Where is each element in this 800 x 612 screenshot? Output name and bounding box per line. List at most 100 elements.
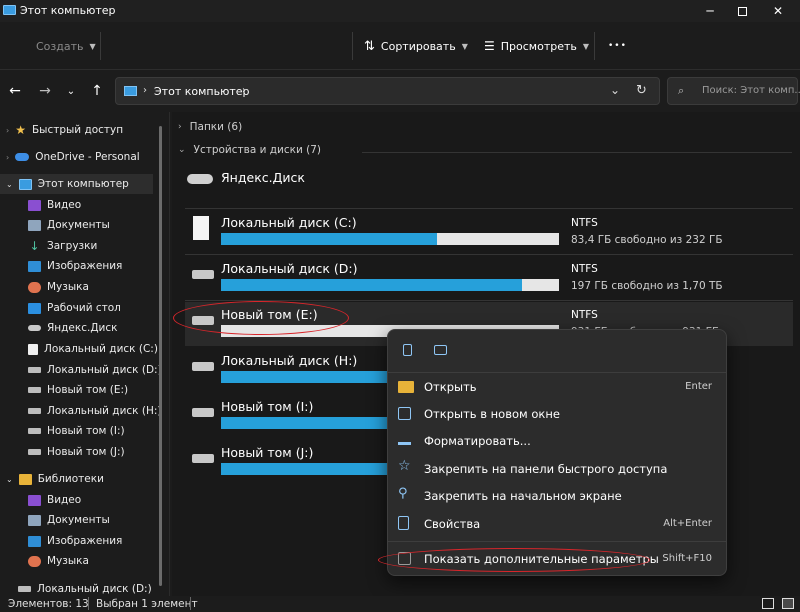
yandex-disk-item[interactable]: Яндекс.Диск <box>185 166 385 196</box>
more-options-button[interactable]: ••• <box>608 36 627 56</box>
folder-icon <box>18 473 32 485</box>
sidebar-item-library-videos[interactable]: Видео <box>28 490 81 510</box>
sidebar-item-music[interactable]: Музыка <box>28 277 89 297</box>
view-icon: ☰ <box>484 39 495 53</box>
sidebar-item-label: Новый том (E:) <box>47 384 129 396</box>
sidebar-item-libraries[interactable]: ⌄ Библиотеки <box>6 469 104 489</box>
forward-button[interactable]: → <box>36 82 54 100</box>
status-item-count: Элементов: 13 <box>8 598 89 610</box>
sidebar-item-yandex-disk[interactable]: Яндекс.Диск <box>28 318 117 338</box>
sidebar-item-documents[interactable]: Документы <box>28 215 110 235</box>
sidebar-item-pictures[interactable]: Изображения <box>28 256 122 276</box>
create-label: Создать <box>36 39 84 53</box>
sidebar-item-desktop[interactable]: Рабочий стол <box>28 298 121 318</box>
flying-saucer-icon <box>28 325 41 331</box>
menu-item-label: Закрепить на начальном экране <box>424 489 622 503</box>
rename-button[interactable] <box>430 340 452 362</box>
command-bar: Создать ▼ ⇅ Сортировать ▼ ☰ Просмотреть … <box>0 22 800 70</box>
sidebar-item-drive-i[interactable]: Новый том (I:) <box>28 421 125 441</box>
download-icon: ↓ <box>29 239 40 253</box>
chevron-down-icon: ⌄ <box>6 474 13 484</box>
sidebar-item-label: Новый том (I:) <box>47 425 125 437</box>
sort-label: Сортировать <box>380 39 456 53</box>
divider <box>100 32 101 60</box>
view-button[interactable]: ☰ Просмотреть ▼ <box>484 36 589 56</box>
sidebar-item-label: Библиотеки <box>37 473 104 485</box>
sidebar-item-library-documents[interactable]: Документы <box>28 510 110 530</box>
status-divider <box>88 597 89 610</box>
search-box[interactable]: ⌕ Поиск: Этот комп... <box>667 77 800 105</box>
menu-item-format[interactable]: Форматировать... <box>396 428 720 454</box>
computer-icon <box>124 86 137 96</box>
breadcrumb-chevron-icon: › <box>242 85 246 96</box>
sort-button[interactable]: ⇅ Сортировать ▼ <box>364 36 468 56</box>
sidebar-item-label: Этот компьютер <box>37 178 129 190</box>
sidebar-item-label: Загрузки <box>47 240 98 252</box>
address-history-chevron-icon[interactable]: ⌄ <box>610 83 620 97</box>
menu-item-label: Открыть <box>424 380 477 394</box>
chevron-right-icon: › <box>6 152 10 162</box>
refresh-icon[interactable]: ↻ <box>636 83 647 98</box>
sidebar-item-library-music[interactable]: Музыка <box>28 551 89 571</box>
up-button[interactable]: ↑ <box>88 82 106 100</box>
search-input[interactable]: Поиск: Этот комп... <box>702 85 800 96</box>
menu-item-properties[interactable]: Свойства Alt+Enter <box>396 511 720 537</box>
sidebar-item-label: Документы <box>47 219 110 231</box>
arrow-up-icon: ↑ <box>91 83 103 99</box>
navigation-pane: › ★ Быстрый доступ › OneDrive - Personal… <box>0 112 170 600</box>
menu-item-shortcut: Alt+Enter <box>663 518 712 529</box>
desktop-icon <box>28 302 41 314</box>
tiles-view-icon[interactable] <box>782 598 794 609</box>
video-icon <box>28 199 41 211</box>
sidebar-item-label: Рабочий стол <box>47 302 121 314</box>
sidebar-item-drive-d[interactable]: Локальный диск (D:) <box>28 360 162 380</box>
sidebar-item-downloads[interactable]: ↓ Загрузки <box>28 236 97 256</box>
chevron-down-icon: ▼ <box>89 41 96 51</box>
sidebar-scrollbar[interactable] <box>159 126 162 586</box>
arrow-left-icon: ← <box>9 83 21 99</box>
sidebar-item-label: Локальный диск (D:) <box>37 583 152 595</box>
menu-item-open[interactable]: Открыть Enter <box>396 374 720 400</box>
details-view-icon[interactable] <box>762 598 774 609</box>
create-button[interactable]: Создать ▼ <box>36 36 96 56</box>
breadcrumb-location[interactable]: Этот компьютер <box>154 85 250 98</box>
sidebar-item-drive-c[interactable]: Локальный диск (C:) <box>28 339 158 359</box>
minimize-button[interactable]: ─ <box>692 0 728 22</box>
document-icon <box>28 219 41 231</box>
copy-button[interactable] <box>398 340 420 362</box>
sidebar-item-quick-access[interactable]: › ★ Быстрый доступ <box>6 120 123 140</box>
annotation-oval <box>173 301 349 335</box>
maximize-button[interactable] <box>724 0 760 22</box>
menu-item-open-new-window[interactable]: Открыть в новом окне <box>396 401 720 427</box>
sidebar-item-drive-j[interactable]: Новый том (J:) <box>28 442 125 462</box>
menu-item-pin-start[interactable]: ⚲ Закрепить на начальном экране <box>396 483 720 509</box>
sort-icon: ⇅ <box>364 38 375 54</box>
close-button[interactable]: ✕ <box>760 0 796 22</box>
recent-locations-button[interactable]: ⌄ <box>62 82 80 100</box>
menu-item-pin-quick-access[interactable]: ☆ Закрепить на панели быстрого доступа <box>396 456 720 482</box>
devices-group-header[interactable]: ⌄ Устройства и диски (7) <box>178 144 321 156</box>
sidebar-item-label: Видео <box>47 199 82 211</box>
file-icon <box>28 343 38 355</box>
sidebar-item-library-pictures[interactable]: Изображения <box>28 531 122 551</box>
menu-item-shortcut: Enter <box>685 381 712 392</box>
format-icon <box>398 433 411 445</box>
sidebar-item-onedrive[interactable]: › OneDrive - Personal <box>6 147 140 167</box>
sidebar-item-label: Видео <box>47 494 82 506</box>
sidebar-item-drive-e[interactable]: Новый том (E:) <box>28 380 128 400</box>
folders-group-header[interactable]: › Папки (6) <box>178 121 242 133</box>
back-button[interactable]: ← <box>6 82 24 100</box>
document-icon <box>28 514 41 526</box>
address-bar[interactable]: › Этот компьютер › ⌄ ↻ <box>115 77 660 105</box>
sidebar-item-label: Изображения <box>47 260 123 272</box>
sidebar-item-drive-h[interactable]: Локальный диск (H:) <box>28 401 161 421</box>
menu-item-label: Закрепить на панели быстрого доступа <box>424 462 668 476</box>
image-icon <box>28 535 41 547</box>
menu-item-label: Свойства <box>424 517 481 531</box>
close-icon: ✕ <box>772 4 784 18</box>
open-new-window-icon <box>398 407 411 420</box>
menu-item-shortcut: Shift+F10 <box>662 553 712 564</box>
sidebar-item-videos[interactable]: Видео <box>28 195 81 215</box>
sidebar-item-this-pc[interactable]: ⌄ Этот компьютер <box>0 174 153 194</box>
chevron-down-icon: ⌄ <box>6 179 13 189</box>
